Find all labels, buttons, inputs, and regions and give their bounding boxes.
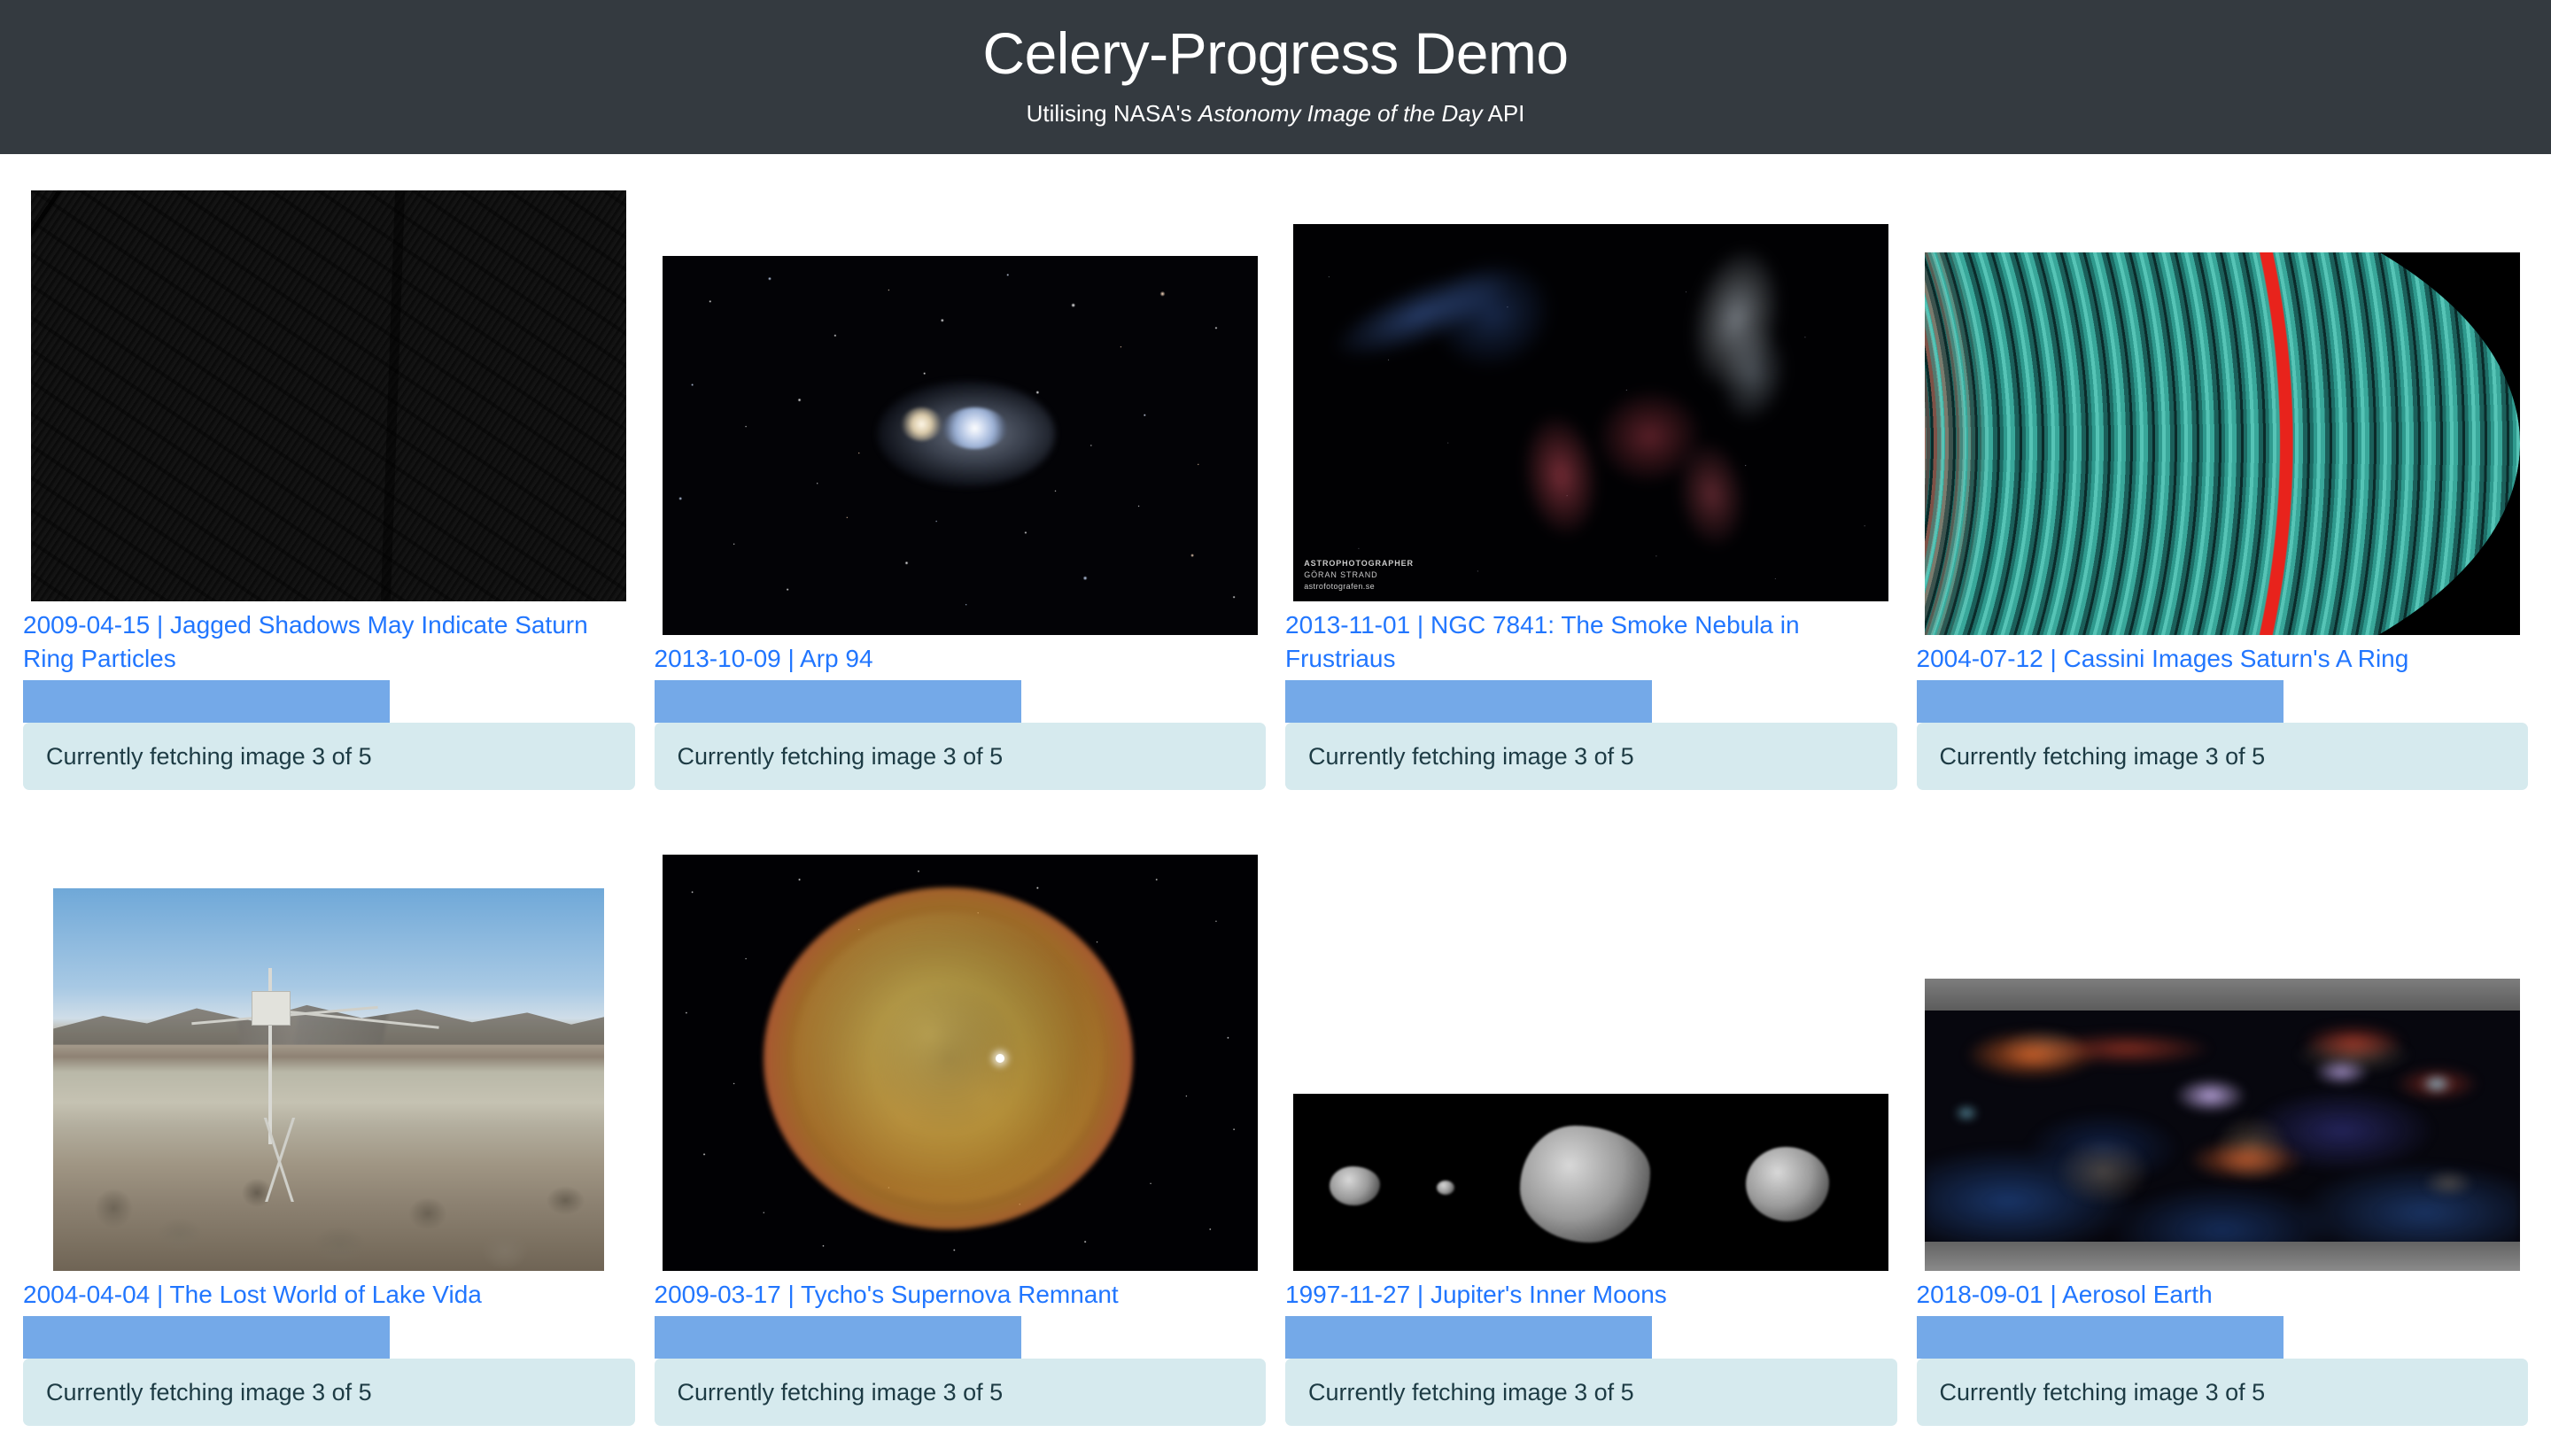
galaxy-spiral: [942, 407, 1008, 449]
apod-image-jupiter-inner-moons[interactable]: [1293, 1093, 1889, 1271]
status-message: Currently fetching image 3 of 5: [23, 1359, 635, 1427]
progress-bar-fill: [1916, 1316, 2283, 1359]
image-card-grid: 2009-04-15 | Jagged Shadows May Indicate…: [0, 154, 2551, 1427]
aerosol-smoke-layer: [1924, 978, 2520, 1271]
photographer-credit: ASTROPHOTOGRAPHER GÖRAN STRAND astrofoto…: [1304, 558, 1414, 592]
apod-image-tycho-remnant[interactable]: [662, 854, 1258, 1271]
status-message: Currently fetching image 3 of 5: [1916, 1359, 2528, 1427]
site-header: Celery-Progress Demo Utilising NASA's As…: [0, 0, 2551, 155]
subtitle-prefix: Utilising NASA's: [1026, 100, 1198, 128]
image-caption-link[interactable]: 2018-09-01 | Aerosol Earth: [1917, 1278, 2529, 1312]
moon-thebe: [1519, 1125, 1651, 1243]
credit-line-1: ASTROPHOTOGRAPHER: [1304, 558, 1414, 568]
thumbnail-wrapper: [655, 167, 1267, 635]
image-card: 1997-11-27 | Jupiter's Inner Moons Curre…: [1285, 790, 1897, 1427]
progress-bar-fill: [1285, 1316, 1653, 1359]
progress-bar-fill: [654, 680, 1021, 724]
thumbnail-wrapper: ASTROPHOTOGRAPHER GÖRAN STRAND astrofoto…: [1285, 167, 1897, 602]
ring-band-texture: [31, 190, 627, 602]
ring-encke-line: [1924, 252, 2520, 635]
tripod-legs: [235, 1117, 324, 1202]
moon-metis: [1436, 1180, 1454, 1195]
thumbnail-wrapper: [1917, 167, 2529, 635]
status-message: Currently fetching image 3 of 5: [1285, 723, 1897, 791]
thumbnail-wrapper: [655, 802, 1267, 1271]
thumbnail-wrapper: [23, 167, 635, 602]
progress-bar: [1916, 1316, 2528, 1359]
image-card: 2013-10-09 | Arp 94 Currently fetching i…: [654, 154, 1267, 791]
progress-bar: [1285, 1316, 1897, 1359]
mountain-range: [53, 1004, 605, 1045]
page-subtitle: Utilising NASA's Astonomy Image of the D…: [0, 100, 2551, 128]
status-message: Currently fetching image 3 of 5: [1916, 723, 2528, 791]
image-card: 2009-03-17 | Tycho's Supernova Remnant C…: [654, 790, 1267, 1427]
progress-bar: [654, 680, 1266, 724]
rock-field: [53, 1140, 605, 1271]
thumbnail-wrapper: [1917, 802, 2529, 1271]
status-message: Currently fetching image 3 of 5: [23, 723, 635, 791]
moon-amalthea: [1329, 1166, 1380, 1205]
image-caption-link[interactable]: 2004-04-04 | The Lost World of Lake Vida: [23, 1278, 635, 1312]
image-caption-link[interactable]: 2009-03-17 | Tycho's Supernova Remnant: [655, 1278, 1267, 1312]
apod-image-smoke-nebula[interactable]: ASTROPHOTOGRAPHER GÖRAN STRAND astrofoto…: [1293, 224, 1889, 602]
thumbnail-wrapper: [23, 802, 635, 1271]
galaxy-elliptical: [900, 407, 942, 442]
status-message: Currently fetching image 3 of 5: [654, 1359, 1266, 1427]
instrument-box: [252, 991, 291, 1026]
progress-bar-fill: [654, 1316, 1021, 1359]
apod-image-arp-94[interactable]: [662, 255, 1258, 635]
supernova-core: [793, 912, 1104, 1204]
progress-bar-fill: [1916, 680, 2283, 724]
image-card: ASTROPHOTOGRAPHER GÖRAN STRAND astrofoto…: [1285, 154, 1897, 791]
image-caption-link[interactable]: 1997-11-27 | Jupiter's Inner Moons: [1285, 1278, 1897, 1312]
nebula-wisp-red: [1446, 329, 1808, 593]
progress-bar: [1285, 680, 1897, 724]
progress-bar-fill: [23, 680, 391, 724]
status-message: Currently fetching image 3 of 5: [654, 723, 1266, 791]
image-caption-link[interactable]: 2004-07-12 | Cassini Images Saturn's A R…: [1917, 642, 2529, 676]
moon-adrastea: [1745, 1146, 1830, 1221]
image-card: 2004-04-04 | The Lost World of Lake Vida…: [23, 790, 635, 1427]
antarctic-ice-cap: [1924, 1241, 2520, 1271]
image-card: 2009-04-15 | Jagged Shadows May Indicate…: [23, 154, 635, 791]
image-caption-link[interactable]: 2013-11-01 | NGC 7841: The Smoke Nebula …: [1285, 608, 1897, 675]
apod-image-aerosol-earth[interactable]: [1924, 978, 2520, 1271]
subtitle-emphasis: Astonomy Image of the Day: [1198, 100, 1483, 128]
apod-image-cassini-a-ring[interactable]: [1924, 252, 2520, 635]
image-card: 2018-09-01 | Aerosol Earth Currently fet…: [1916, 790, 2529, 1427]
progress-bar: [23, 1316, 635, 1359]
progress-bar: [654, 1316, 1266, 1359]
subtitle-suffix: API: [1482, 100, 1525, 128]
image-card: 2004-07-12 | Cassini Images Saturn's A R…: [1916, 154, 2529, 791]
apod-image-lake-vida[interactable]: [53, 887, 605, 1271]
image-caption-link[interactable]: 2013-10-09 | Arp 94: [655, 642, 1267, 676]
image-caption-link[interactable]: 2009-04-15 | Jagged Shadows May Indicate…: [23, 608, 635, 675]
progress-bar-fill: [1285, 680, 1653, 724]
credit-line-2: GÖRAN STRAND: [1304, 569, 1378, 579]
page-title: Celery-Progress Demo: [982, 20, 1569, 86]
progress-bar-fill: [23, 1316, 391, 1359]
arctic-ice-cap: [1924, 978, 2520, 1011]
progress-bar: [23, 680, 635, 724]
credit-line-3: astrofotografen.se: [1304, 582, 1375, 592]
apod-image-jagged-shadows[interactable]: [31, 190, 627, 602]
progress-bar: [1916, 680, 2528, 724]
status-message: Currently fetching image 3 of 5: [1285, 1359, 1897, 1427]
thumbnail-wrapper: [1285, 802, 1897, 1271]
